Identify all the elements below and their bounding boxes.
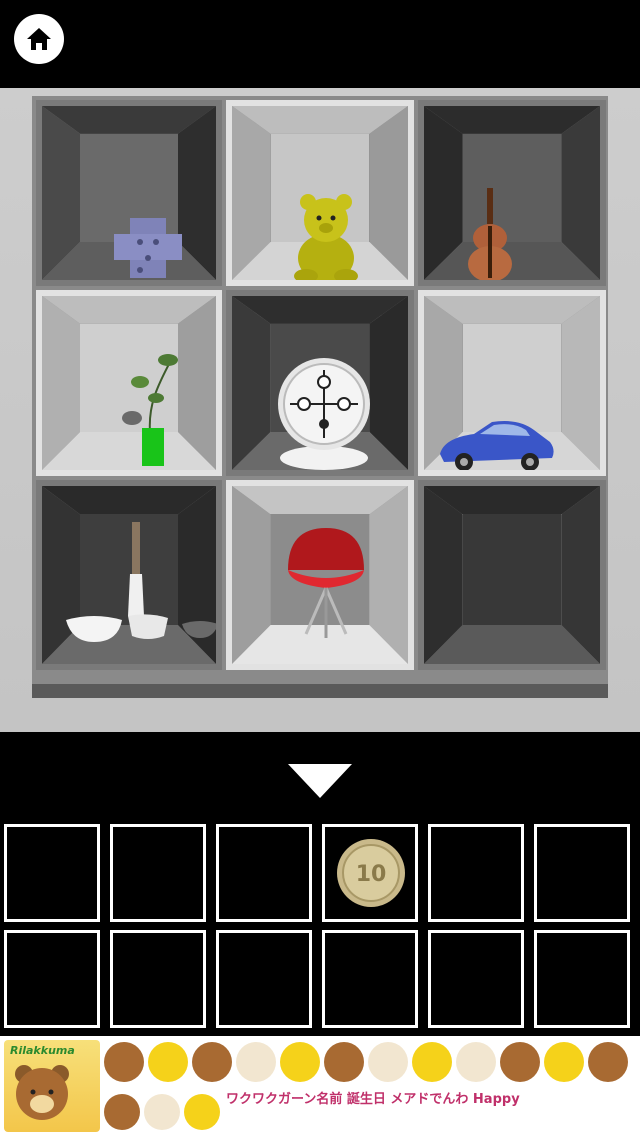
cubby-bottom-left[interactable] bbox=[36, 480, 222, 670]
cubby-middle-left[interactable] bbox=[36, 290, 222, 476]
inventory-slot[interactable] bbox=[428, 930, 524, 1028]
inventory-slot-coin[interactable]: 10 bbox=[322, 824, 418, 922]
clock-dial-puzzle[interactable] bbox=[276, 354, 372, 470]
inventory-slot[interactable] bbox=[322, 930, 418, 1028]
ad-logo: Rilakkuma bbox=[4, 1040, 100, 1132]
home-button[interactable] bbox=[14, 14, 64, 64]
red-egg-chair[interactable] bbox=[284, 526, 368, 642]
inventory-slot[interactable] bbox=[110, 930, 206, 1028]
blue-block-puzzle[interactable] bbox=[110, 214, 186, 282]
ad-tagline: ワクワクガーン名前 誕生日 メアドでんわ Happy bbox=[226, 1092, 520, 1107]
mortar-and-pestle-bowls[interactable] bbox=[64, 520, 222, 644]
shelf-base bbox=[32, 684, 608, 698]
bear-mascot-icon bbox=[15, 1065, 69, 1120]
top-bar bbox=[0, 0, 640, 88]
cubby-top-right[interactable] bbox=[418, 100, 606, 286]
ten-yen-coin-icon: 10 bbox=[337, 839, 405, 907]
inventory-slot[interactable] bbox=[534, 930, 630, 1028]
inventory-slot[interactable] bbox=[4, 930, 100, 1028]
inventory-slot[interactable] bbox=[4, 824, 100, 922]
coin-label: 10 bbox=[356, 862, 387, 887]
home-icon bbox=[27, 28, 51, 50]
inventory-panel: 10 bbox=[4, 824, 636, 1032]
inventory-slot[interactable] bbox=[534, 824, 630, 922]
plant-in-green-vase[interactable] bbox=[110, 342, 194, 468]
cubby-middle-center[interactable] bbox=[226, 290, 414, 476]
cubby-top-left[interactable] bbox=[36, 100, 222, 286]
violin[interactable] bbox=[460, 186, 520, 286]
ad-sticker-row-2 bbox=[104, 1094, 220, 1130]
cubby-middle-right[interactable] bbox=[418, 290, 606, 476]
cubby-bottom-right[interactable] bbox=[418, 480, 606, 670]
ad-brand: Rilakkuma bbox=[10, 1044, 75, 1057]
down-arrow-icon[interactable] bbox=[288, 764, 352, 798]
cubby-bottom-center[interactable] bbox=[226, 480, 414, 670]
inventory-slot[interactable] bbox=[428, 824, 524, 922]
blue-toy-car[interactable] bbox=[434, 416, 558, 474]
inventory-slot[interactable] bbox=[216, 930, 312, 1028]
inventory-slot[interactable] bbox=[110, 824, 206, 922]
inventory-slot[interactable] bbox=[216, 824, 312, 922]
ad-sticker-row bbox=[104, 1042, 628, 1082]
room-scene bbox=[0, 88, 640, 732]
cubby-top-center[interactable] bbox=[226, 100, 414, 286]
yellow-teddy-bear[interactable] bbox=[288, 190, 364, 286]
ad-banner[interactable]: Rilakkuma ワクワクガーン名前 誕生日 メアドでんわ Happy bbox=[0, 1036, 640, 1136]
